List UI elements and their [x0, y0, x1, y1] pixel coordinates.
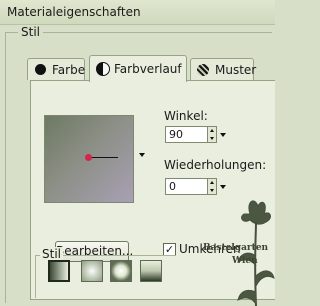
angle-dropdown-arrow-icon[interactable] — [220, 133, 226, 137]
repeats-stepper[interactable] — [207, 178, 217, 195]
angle-label: Winkel: — [164, 109, 208, 123]
style-linear-button[interactable] — [48, 260, 70, 282]
style-radial-button[interactable] — [81, 260, 103, 282]
angle-input[interactable]: 90 — [165, 126, 208, 143]
tab-farbe[interactable]: Farbe — [27, 58, 85, 80]
pattern-icon — [197, 64, 209, 76]
preview-dropdown-arrow-icon[interactable] — [139, 153, 145, 157]
style-sunburst-button[interactable] — [140, 260, 162, 282]
gradient-center-handle[interactable] — [85, 154, 92, 161]
tab-farbe-label: Farbe — [52, 63, 86, 77]
angle-value: 90 — [169, 128, 183, 141]
repeats-value: 0 — [169, 180, 176, 193]
gradient-icon — [96, 62, 110, 76]
gradient-preview[interactable] — [44, 115, 134, 203]
tab-farbverlauf[interactable]: Farbverlauf — [89, 55, 187, 82]
watermark-line-1: Bastelgarten — [203, 243, 269, 253]
title-bar: Materialeigenschaften — [0, 0, 275, 25]
style-group-label: Stil — [18, 25, 43, 39]
gradient-style-label: Stil — [40, 247, 63, 261]
solid-color-icon — [35, 64, 46, 75]
tab-muster-label: Muster — [215, 63, 257, 77]
tab-muster[interactable]: Muster — [190, 58, 257, 80]
repeats-label: Wiederholungen: — [164, 158, 267, 172]
angle-stepper[interactable] — [207, 126, 217, 143]
style-rectangular-button[interactable] — [110, 260, 132, 282]
window-title: Materialeigenschaften — [7, 5, 141, 19]
gradient-angle-line — [90, 157, 118, 158]
watermark-line-2: Wien — [232, 256, 258, 266]
repeats-dropdown-arrow-icon[interactable] — [220, 185, 226, 189]
tab-farbverlauf-label: Farbverlauf — [114, 62, 182, 76]
repeats-input[interactable]: 0 — [165, 178, 208, 195]
